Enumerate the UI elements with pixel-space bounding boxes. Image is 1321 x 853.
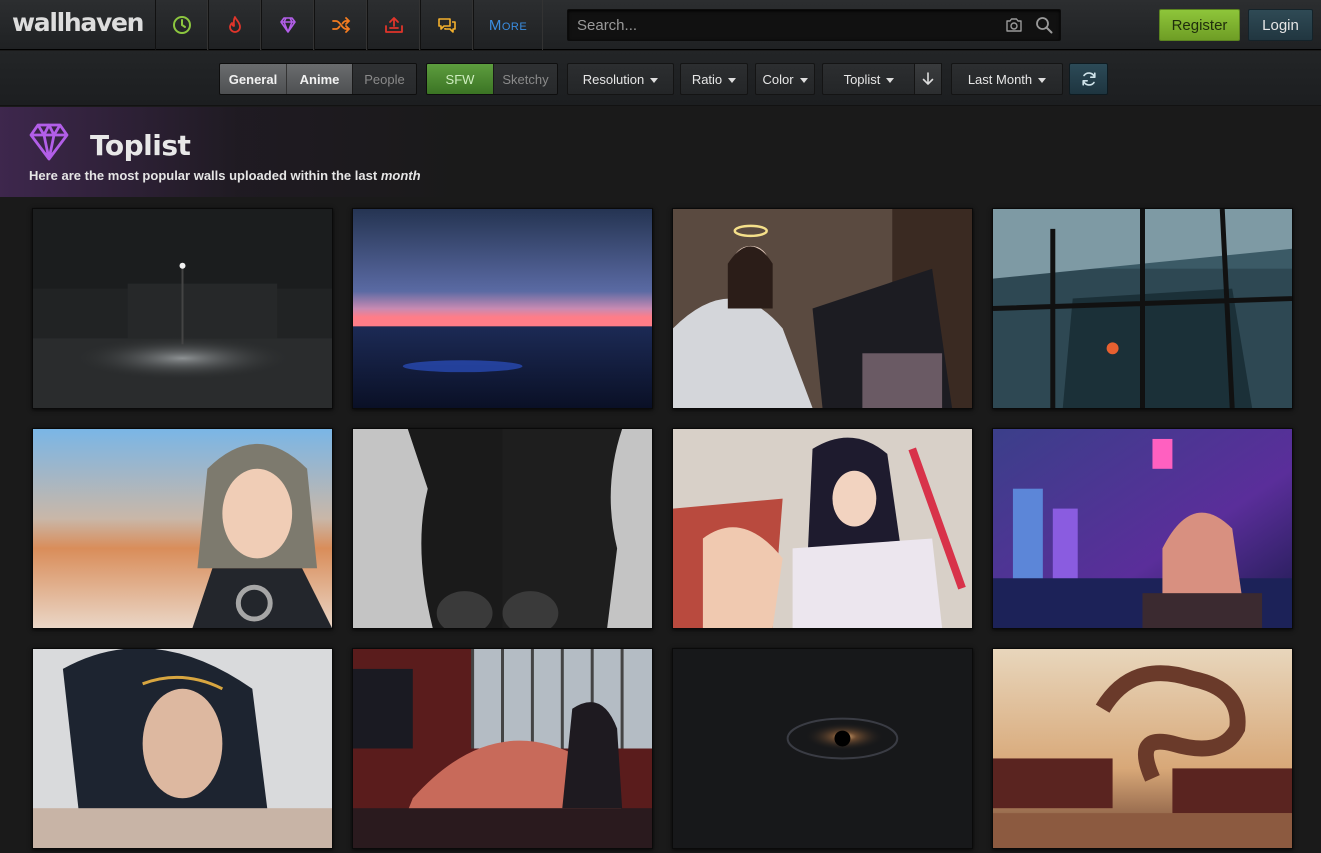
purity-sketchy-toggle[interactable]: Sketchy (493, 64, 557, 94)
upload-icon (384, 17, 403, 33)
sorting-label: Toplist (843, 71, 881, 87)
category-people-toggle[interactable]: People (352, 64, 416, 94)
caret-down-icon (1038, 77, 1047, 83)
clock-icon (172, 16, 191, 34)
latest-nav-button[interactable] (155, 0, 208, 50)
caret-down-icon (799, 77, 808, 83)
caret-down-icon (650, 77, 659, 83)
upload-nav-button[interactable] (367, 0, 420, 50)
ratio-dropdown[interactable]: Ratio (680, 63, 748, 95)
flame-icon (228, 16, 241, 33)
subtitle-range: month (380, 168, 421, 183)
wallpaper-thumb-black-stockings[interactable] (352, 428, 653, 629)
wallpaper-thumb-black-hole[interactable] (672, 648, 973, 849)
page-subtitle: Here are the most popular walls uploaded… (29, 168, 421, 183)
chat-icon (437, 18, 456, 33)
site-logo[interactable]: wallhaven (12, 8, 144, 37)
color-label: Color (762, 71, 794, 87)
wallpaper-thumb-city-window[interactable] (992, 208, 1293, 409)
refresh-icon (1081, 72, 1096, 86)
top-header: wallhaven More Register Login (0, 0, 1321, 50)
wallpaper-thumb-dark-hair-portrait[interactable] (32, 648, 333, 849)
category-filter-group: General Anime People (219, 63, 417, 95)
caret-down-icon (728, 77, 737, 83)
resolution-label: Resolution (582, 71, 645, 87)
wallpaper-thumb-red-room[interactable] (352, 648, 653, 849)
ratio-label: Ratio (691, 71, 723, 87)
main-nav: More (155, 0, 543, 50)
toprange-dropdown[interactable]: Last Month (951, 63, 1063, 95)
page-heading: Toplist Here are the most popular walls … (0, 107, 1321, 197)
login-button[interactable]: Login (1248, 9, 1313, 41)
subtitle-text: Here are the most popular walls uploaded… (29, 168, 378, 183)
arrow-down-icon (922, 72, 934, 85)
page-title: Toplist (90, 129, 191, 162)
sorting-dropdown[interactable]: Toplist (822, 63, 915, 95)
wallpaper-thumb-cyber-girl[interactable] (32, 428, 333, 629)
wallpaper-thumb-night-street[interactable] (32, 208, 333, 409)
search-icon[interactable] (1035, 16, 1053, 34)
register-button[interactable]: Register (1159, 9, 1240, 41)
wallpaper-thumb-neon-city[interactable] (992, 428, 1293, 629)
toprange-label: Last Month (967, 71, 1033, 87)
camera-icon[interactable] (1005, 17, 1023, 33)
wallpaper-thumb-ocean-horizon[interactable] (352, 208, 653, 409)
search-input[interactable] (568, 10, 998, 40)
refresh-button[interactable] (1069, 63, 1108, 95)
caret-down-icon (886, 77, 895, 83)
wallpaper-thumb-angel-maid[interactable] (672, 208, 973, 409)
forums-nav-button[interactable] (420, 0, 473, 50)
filter-bar: General Anime People SFW Sketchy Resolut… (0, 51, 1321, 106)
purity-filter-group: SFW Sketchy (426, 63, 558, 95)
color-dropdown[interactable]: Color (755, 63, 815, 95)
wallpaper-thumb-anime-kimono[interactable] (672, 428, 973, 629)
hot-nav-button[interactable] (208, 0, 261, 50)
sort-order-button[interactable] (914, 63, 942, 95)
toplist-nav-button[interactable] (261, 0, 314, 50)
more-nav-button[interactable]: More (473, 0, 543, 50)
resolution-dropdown[interactable]: Resolution (567, 63, 674, 95)
shuffle-icon (331, 17, 350, 33)
random-nav-button[interactable] (314, 0, 367, 50)
diamond-icon (279, 17, 296, 33)
search-box (567, 9, 1061, 41)
category-anime-toggle[interactable]: Anime (286, 64, 352, 94)
purity-sfw-toggle[interactable]: SFW (427, 64, 493, 94)
diamond-icon (29, 123, 69, 161)
wallpaper-thumb-dragon-pagoda[interactable] (992, 648, 1293, 849)
category-general-toggle[interactable]: General (220, 64, 286, 94)
